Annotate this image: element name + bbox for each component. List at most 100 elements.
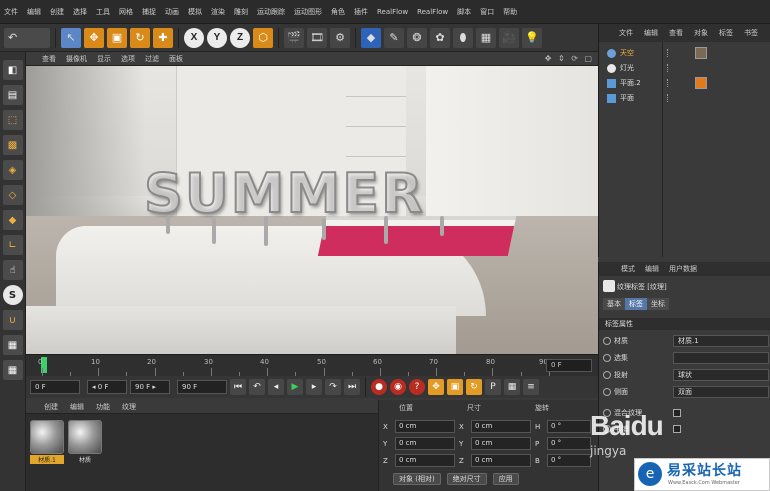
position-key-icon[interactable]: ✥ <box>428 379 444 395</box>
animate-radio[interactable] <box>603 388 611 396</box>
menu-render[interactable]: 渲染 <box>211 7 225 17</box>
object-row-light[interactable]: 灯光 <box>599 61 770 75</box>
timeline-menu-icon[interactable]: ≡ <box>523 379 539 395</box>
viewport-menu-view[interactable]: 查看 <box>42 54 56 64</box>
polygons-mode-icon[interactable]: ◆ <box>2 210 23 230</box>
object-menu-view[interactable]: 查看 <box>669 28 683 38</box>
end-frame-field[interactable]: 90 F <box>177 380 227 394</box>
previous-key-icon[interactable]: ↶ <box>249 379 265 395</box>
size-x-field[interactable]: 0 cm <box>471 420 531 433</box>
tweak-mode-icon[interactable]: ☝ <box>2 260 23 280</box>
material-swatch-2[interactable]: 材质 <box>68 420 102 464</box>
rotation-b-field[interactable]: 0 ° <box>547 454 591 467</box>
model-mode-icon[interactable]: ▤ <box>2 85 23 105</box>
next-key-icon[interactable]: ↷ <box>325 379 341 395</box>
object-menu-bookmarks[interactable]: 书签 <box>744 28 758 38</box>
projection-dropdown[interactable]: 球状 <box>673 369 769 381</box>
menu-file[interactable]: 文件 <box>4 7 18 17</box>
previous-frame-icon[interactable]: ◂ <box>268 379 284 395</box>
material-link-field[interactable]: 材质.1 <box>673 335 769 347</box>
array-icon[interactable]: ✿ <box>430 27 450 48</box>
animate-radio[interactable] <box>603 337 611 345</box>
grid-icon[interactable]: ▦ <box>2 360 23 380</box>
apply-button[interactable]: 应用 <box>492 473 519 485</box>
viewport-menu-options[interactable]: 选项 <box>121 54 135 64</box>
coordinate-system-icon[interactable]: ⬡ <box>253 27 273 48</box>
attr-menu-user-data[interactable]: 用户数据 <box>669 264 697 274</box>
workplane-icon[interactable]: ▩ <box>2 135 23 155</box>
viewport-navigation-icons[interactable]: ✥ ⇕ ⟳ ▢ <box>545 54 594 63</box>
move-tool-icon[interactable]: ✥ <box>84 27 104 48</box>
visibility-dots[interactable] <box>667 94 673 102</box>
phong-tag-icon[interactable] <box>695 77 707 89</box>
menu-simulate[interactable]: 模拟 <box>188 7 202 17</box>
camera-icon[interactable]: 🎥 <box>499 27 519 48</box>
texture-tag-icon[interactable] <box>695 47 707 59</box>
object-menu-tags[interactable]: 标签 <box>719 28 733 38</box>
menu-select[interactable]: 选择 <box>73 7 87 17</box>
attr-menu-mode[interactable]: 模式 <box>621 264 635 274</box>
menu-realflow-1[interactable]: RealFlow <box>377 8 408 16</box>
position-y-field[interactable]: 0 cm <box>395 437 455 450</box>
material-menu-texture[interactable]: 纹理 <box>122 402 136 412</box>
tab-tag[interactable]: 标签 <box>625 298 647 310</box>
scale-tool-icon[interactable]: ▣ <box>107 27 127 48</box>
menu-realflow-2[interactable]: RealFlow <box>417 8 448 16</box>
current-frame-field[interactable]: 0 F <box>546 359 592 372</box>
x-axis-toggle[interactable]: X <box>184 27 204 48</box>
viewport-menu-display[interactable]: 显示 <box>97 54 111 64</box>
make-editable-icon[interactable]: ◧ <box>2 60 23 80</box>
material-menu-create[interactable]: 创建 <box>44 402 58 412</box>
menu-create[interactable]: 创建 <box>50 7 64 17</box>
size-y-field[interactable]: 0 cm <box>471 437 531 450</box>
recent-tool-icon[interactable]: ✚ <box>153 27 173 48</box>
texture-mode-icon[interactable]: ⬚ <box>2 110 23 130</box>
object-menu-edit[interactable]: 编辑 <box>644 28 658 38</box>
menu-animate[interactable]: 动画 <box>165 7 179 17</box>
range-start-field[interactable]: ◂ 0 F <box>87 380 127 394</box>
menu-character[interactable]: 角色 <box>331 7 345 17</box>
rotation-p-field[interactable]: 0 ° <box>547 437 591 450</box>
menu-help[interactable]: 帮助 <box>503 7 517 17</box>
menu-mograph[interactable]: 运动图形 <box>294 7 322 17</box>
object-menu-objects[interactable]: 对象 <box>694 28 708 38</box>
menu-edit[interactable]: 编辑 <box>27 7 41 17</box>
pen-spline-icon[interactable]: ✎ <box>384 27 404 48</box>
menu-window[interactable]: 窗口 <box>480 7 494 17</box>
scale-key-icon[interactable]: ▣ <box>447 379 463 395</box>
material-swatch-1[interactable]: 材质.1 <box>30 420 64 464</box>
snap-toggle-icon[interactable]: S <box>2 285 23 305</box>
next-frame-icon[interactable]: ▸ <box>306 379 322 395</box>
parameter-key-icon[interactable]: P <box>485 379 501 395</box>
object-row-plane[interactable]: 平面 <box>599 91 770 105</box>
animate-radio[interactable] <box>603 354 611 362</box>
range-end-field[interactable]: 90 F ▸ <box>130 380 170 394</box>
visibility-dots[interactable] <box>667 49 673 57</box>
y-axis-toggle[interactable]: Y <box>207 27 227 48</box>
pla-key-icon[interactable]: ▦ <box>504 379 520 395</box>
play-icon[interactable]: ▶ <box>287 379 303 395</box>
render-view-icon[interactable]: 🎬 <box>284 27 304 48</box>
object-row-plane-2[interactable]: 平面.2 <box>599 76 770 90</box>
object-row-sky[interactable]: 天空 <box>599 46 770 60</box>
floor-scene-icon[interactable]: ▦ <box>476 27 496 48</box>
select-tool-icon[interactable]: ↖ <box>61 27 81 48</box>
undo-button[interactable]: ↶ <box>4 27 50 48</box>
size-z-field[interactable]: 0 cm <box>471 454 531 467</box>
viewport-menu-filter[interactable]: 过滤 <box>145 54 159 64</box>
material-menu-edit[interactable]: 编辑 <box>70 402 84 412</box>
z-axis-toggle[interactable]: Z <box>230 27 250 48</box>
menu-plugins[interactable]: 插件 <box>354 7 368 17</box>
attr-menu-edit[interactable]: 编辑 <box>645 264 659 274</box>
menu-script[interactable]: 脚本 <box>457 7 471 17</box>
keyframe-selection-icon[interactable]: ? <box>409 379 425 395</box>
render-settings-icon[interactable]: ⚙ <box>330 27 350 48</box>
deformer-icon[interactable]: ⬮ <box>453 27 473 48</box>
render-picture-viewer-icon[interactable]: 🎞 <box>307 27 327 48</box>
tab-basic[interactable]: 基本 <box>603 298 625 310</box>
visibility-dots[interactable] <box>667 79 673 87</box>
tab-coordinates[interactable]: 坐标 <box>647 298 669 310</box>
record-keys-icon[interactable]: ● <box>371 379 387 395</box>
menu-motion-tracking[interactable]: 运动跟踪 <box>257 7 285 17</box>
light-icon[interactable]: 💡 <box>522 27 542 48</box>
